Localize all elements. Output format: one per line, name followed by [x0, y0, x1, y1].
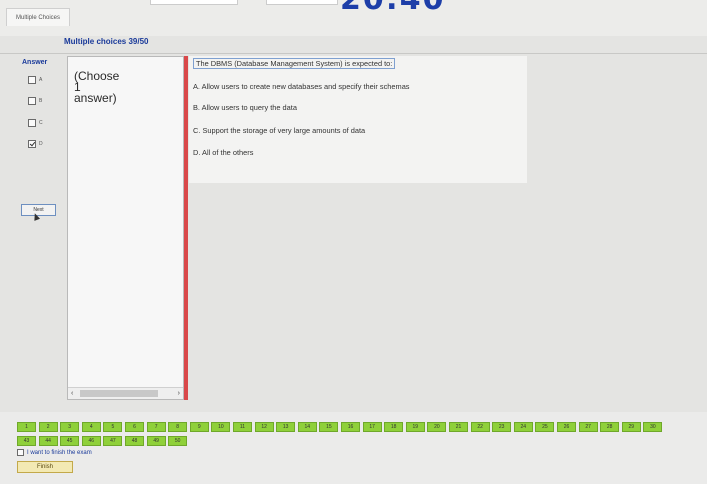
question-number-button[interactable]: 49	[146, 436, 166, 446]
question-number-button[interactable]: 1	[17, 422, 36, 432]
question-number-button[interactable]: 17	[362, 422, 382, 432]
finish-confirm[interactable]: I want to finish the exam	[17, 449, 92, 456]
question-number-button[interactable]: 15	[319, 422, 339, 432]
question-number-button[interactable]: 48	[125, 436, 144, 446]
question-option-b: B. Allow users to query the data	[193, 103, 297, 112]
answer-option-label: A	[39, 77, 43, 83]
answer-option-d[interactable]: D	[28, 140, 43, 148]
question-number-button[interactable]: 21	[449, 422, 468, 432]
question-number-button[interactable]: 20	[427, 422, 447, 432]
question-navigator: 1 2 3 4 5 6 7 8 9 10 11 12 13 14 15 16 17 18 19 20 21 22 23 24 2…	[0, 412, 707, 484]
question-number-button[interactable]: 47	[103, 436, 123, 446]
question-number-button[interactable]: 11	[233, 422, 252, 432]
answer-option-label: C	[39, 120, 43, 126]
answer-option-c[interactable]: C	[28, 119, 43, 127]
checkbox-c[interactable]	[28, 119, 36, 127]
question-stem: The DBMS (Database Management System) is…	[193, 58, 396, 69]
question-number-button[interactable]: 23	[492, 422, 512, 432]
finish-checkbox-label: I want to finish the exam	[27, 449, 92, 456]
question-number-button[interactable]: 12	[254, 422, 274, 432]
question-number-button[interactable]: 27	[578, 422, 598, 432]
exam-timer: 20:40	[340, 0, 446, 17]
question-option-d: D. All of the others	[193, 148, 254, 157]
divider	[0, 53, 707, 54]
question-number-button[interactable]: 18	[384, 422, 404, 432]
question-progress: Multiple choices 39/50	[64, 37, 149, 46]
question-number-button[interactable]: 44	[38, 436, 58, 446]
question-number-button[interactable]: 16	[341, 422, 360, 432]
choose-line-3: answer)	[74, 91, 117, 105]
checkbox-b[interactable]	[28, 97, 36, 105]
question-number-button[interactable]: 28	[600, 422, 620, 432]
question-number-button[interactable]: 14	[297, 422, 317, 432]
scroll-right-icon[interactable]: ›	[178, 390, 180, 397]
question-number-button[interactable]: 7	[146, 422, 166, 432]
answer-option-label: B	[39, 98, 43, 104]
question-number-button[interactable]: 9	[189, 422, 209, 432]
question-panel: The DBMS (Database Management System) is…	[189, 56, 527, 183]
answer-option-label: D	[39, 141, 43, 147]
question-number-button[interactable]: 6	[125, 422, 144, 432]
scrollbar-thumb[interactable]	[80, 390, 158, 397]
question-number-button[interactable]: 10	[211, 422, 231, 432]
choose-instruction: (Choose 1 answer)	[74, 69, 134, 105]
tab-multiple-choices[interactable]: Multiple Choices	[6, 8, 71, 26]
checkbox-d[interactable]	[28, 140, 36, 148]
question-number-button[interactable]: 46	[81, 436, 101, 446]
question-number-button[interactable]: 3	[60, 422, 80, 432]
panel-splitter[interactable]	[184, 56, 188, 400]
answer-option-b[interactable]: B	[28, 97, 42, 105]
question-number-button[interactable]: 5	[103, 422, 123, 432]
question-number-button[interactable]: 22	[470, 422, 490, 432]
answer-option-a[interactable]: A	[28, 76, 42, 84]
question-number-button[interactable]: 2	[38, 422, 58, 432]
finish-button[interactable]: Finish	[17, 461, 73, 473]
question-number-button[interactable]: 8	[168, 422, 188, 432]
top-field-right	[266, 0, 338, 5]
answer-heading: Answer	[22, 59, 48, 66]
question-number-button[interactable]: 19	[405, 422, 425, 432]
question-number-button[interactable]: 50	[168, 436, 188, 446]
question-number-button[interactable]: 45	[60, 436, 80, 446]
question-number-button[interactable]: 13	[276, 422, 296, 432]
question-number-button[interactable]: 29	[621, 422, 641, 432]
question-number-button[interactable]: 25	[535, 422, 555, 432]
finish-checkbox[interactable]	[17, 449, 24, 456]
scroll-left-icon[interactable]: ‹	[71, 390, 73, 397]
choose-line-1: (Choose	[74, 69, 120, 83]
question-option-a: A. Allow users to create new databases a…	[193, 82, 410, 91]
horizontal-scrollbar[interactable]: ‹ ›	[68, 387, 183, 399]
question-number-button[interactable]: 30	[643, 422, 663, 432]
top-field-left	[150, 0, 238, 5]
checkbox-a[interactable]	[28, 76, 36, 84]
question-number-button[interactable]: 43	[17, 436, 36, 446]
question-option-c: C. Support the storage of very large amo…	[193, 126, 366, 135]
question-number-button[interactable]: 26	[557, 422, 576, 432]
question-number-button[interactable]: 4	[81, 422, 101, 432]
question-number-button[interactable]: 24	[513, 422, 533, 432]
instruction-panel: (Choose 1 answer) ‹ ›	[67, 56, 184, 400]
